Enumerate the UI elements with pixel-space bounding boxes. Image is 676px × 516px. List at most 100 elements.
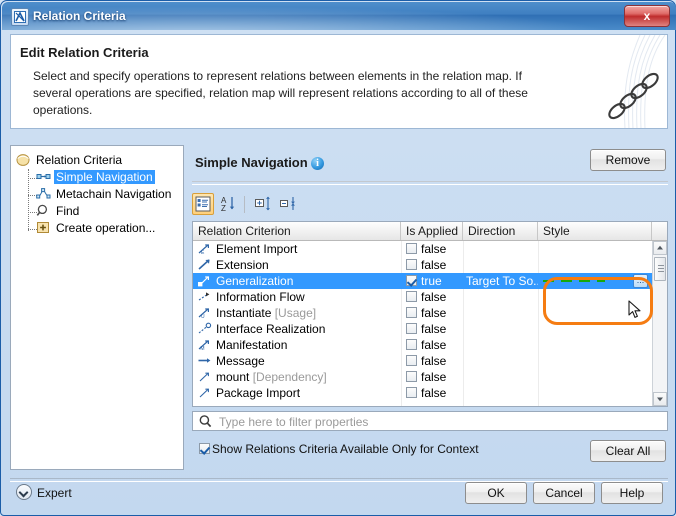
cell-relation-criterion: Extension — [193, 257, 401, 273]
cell-style[interactable] — [538, 337, 652, 353]
cell-direction[interactable] — [463, 305, 538, 321]
scroll-up-arrow-icon[interactable] — [653, 241, 667, 255]
expert-toggle[interactable]: Expert — [16, 484, 72, 502]
tree-item-find[interactable]: Find — [36, 203, 181, 220]
cell-is-applied[interactable]: false — [401, 353, 463, 369]
tree-node-root[interactable]: Relation Criteria — [16, 152, 181, 169]
column-header-is-applied[interactable]: Is Applied — [401, 222, 463, 240]
criteria-table[interactable]: Relation Criterion Is Applied Direction … — [192, 221, 668, 407]
column-header-style[interactable]: Style — [538, 222, 652, 240]
table-row[interactable]: U Instantiate [Usage] false — [193, 305, 667, 321]
table-row[interactable]: Package Import false — [193, 385, 667, 401]
ok-button[interactable]: OK — [465, 482, 527, 504]
metachain-navigation-icon — [36, 187, 51, 200]
is-applied-checkbox[interactable] — [406, 259, 417, 270]
table-header: Relation Criterion Is Applied Direction … — [193, 222, 667, 241]
table-row[interactable]: Message false — [193, 353, 667, 369]
manifestation-icon: M — [197, 338, 213, 352]
cell-is-applied[interactable]: false — [401, 321, 463, 337]
is-applied-checkbox[interactable] — [406, 371, 417, 382]
package-import-icon — [197, 386, 213, 399]
table-row[interactable]: E Element Import false — [193, 241, 667, 257]
cancel-button[interactable]: Cancel — [533, 482, 595, 504]
cell-is-applied[interactable]: false — [401, 305, 463, 321]
content-area: Relation Criteria Simple Navigation Meta… — [10, 137, 668, 475]
show-context-only-checkbox[interactable] — [199, 443, 210, 454]
clear-all-button[interactable]: Clear All — [590, 440, 666, 462]
table-row[interactable]: M Manifestation false — [193, 337, 667, 353]
table-row-selected[interactable]: Generalization true Target To So... ... — [193, 273, 667, 289]
scrollbar-thumb[interactable] — [654, 257, 666, 281]
filter-input[interactable]: Type here to filter properties — [192, 411, 668, 431]
cell-relation-criterion: M Manifestation — [193, 337, 401, 353]
cell-relation-criterion: U Instantiate [Usage] — [193, 305, 401, 321]
criteria-tree-panel[interactable]: Relation Criteria Simple Navigation Meta… — [10, 145, 184, 470]
instantiate-icon: U — [197, 306, 213, 320]
cell-style[interactable] — [538, 385, 652, 401]
is-applied-checkbox[interactable] — [406, 243, 417, 254]
show-context-only-label: Show Relations Criteria Available Only f… — [212, 442, 479, 456]
is-applied-checkbox[interactable] — [406, 307, 417, 318]
mount-icon — [197, 370, 213, 383]
cell-direction[interactable]: Target To So... — [463, 273, 538, 289]
banner-description: Select and specify operations to represe… — [33, 69, 528, 117]
cell-label: Instantiate — [216, 306, 272, 320]
categorized-view-icon[interactable] — [192, 193, 214, 215]
cell-style[interactable] — [538, 305, 652, 321]
cell-style[interactable] — [538, 321, 652, 337]
is-applied-text: true — [421, 274, 442, 288]
is-applied-checkbox[interactable] — [406, 387, 417, 398]
close-button[interactable]: x — [624, 5, 670, 27]
cell-is-applied[interactable]: false — [401, 337, 463, 353]
column-header-direction[interactable]: Direction — [463, 222, 538, 240]
cell-style[interactable] — [538, 369, 652, 385]
style-editor-button[interactable]: ... — [633, 274, 648, 288]
collapse-all-icon[interactable] — [277, 193, 299, 215]
cell-direction[interactable] — [463, 369, 538, 385]
cell-direction[interactable] — [463, 289, 538, 305]
tree-item-simple-navigation[interactable]: Simple Navigation — [36, 169, 181, 186]
cell-style[interactable] — [538, 289, 652, 305]
cell-direction[interactable] — [463, 321, 538, 337]
info-icon[interactable]: i — [311, 157, 324, 170]
column-header-spacer — [652, 222, 667, 240]
tree-item-label: Create operation... — [56, 221, 156, 235]
cell-relation-criterion: Interface Realization — [193, 321, 401, 337]
svg-text:U: U — [201, 314, 205, 319]
tree-item-metachain-navigation[interactable]: Metachain Navigation — [36, 186, 181, 203]
tree-item-create-operation[interactable]: Create operation... — [36, 220, 181, 237]
cell-direction[interactable] — [463, 337, 538, 353]
is-applied-checkbox[interactable] — [406, 323, 417, 334]
cell-direction[interactable] — [463, 385, 538, 401]
cell-is-applied[interactable]: false — [401, 257, 463, 273]
remove-button[interactable]: Remove — [590, 149, 666, 171]
is-applied-text: false — [421, 338, 447, 352]
cell-direction[interactable] — [463, 241, 538, 257]
is-applied-checkbox[interactable] — [406, 339, 417, 350]
cell-is-applied[interactable]: true — [401, 273, 463, 289]
expand-all-icon[interactable] — [252, 193, 274, 215]
table-row[interactable]: Extension false — [193, 257, 667, 273]
table-vertical-scrollbar[interactable] — [652, 241, 667, 406]
cell-is-applied[interactable]: false — [401, 289, 463, 305]
is-applied-checkbox[interactable] — [406, 275, 417, 286]
is-applied-checkbox[interactable] — [406, 291, 417, 302]
cell-style[interactable]: ... — [538, 273, 652, 289]
table-row[interactable]: mount [Dependency] false — [193, 369, 667, 385]
cell-style[interactable] — [538, 353, 652, 369]
help-button[interactable]: Help — [601, 482, 663, 504]
cell-style[interactable] — [538, 241, 652, 257]
cell-direction[interactable] — [463, 353, 538, 369]
table-row[interactable]: Interface Realization false — [193, 321, 667, 337]
is-applied-checkbox[interactable] — [406, 355, 417, 366]
cell-direction[interactable] — [463, 257, 538, 273]
alphabetic-sort-icon[interactable]: A Z — [217, 193, 239, 215]
column-header-relation-criterion[interactable]: Relation Criterion — [193, 222, 401, 240]
table-row[interactable]: Information Flow false — [193, 289, 667, 305]
scroll-down-arrow-icon[interactable] — [653, 392, 667, 406]
cell-is-applied[interactable]: false — [401, 369, 463, 385]
cell-is-applied[interactable]: false — [401, 241, 463, 257]
cell-is-applied[interactable]: false — [401, 385, 463, 401]
cell-style[interactable] — [538, 257, 652, 273]
svg-text:Z: Z — [221, 204, 226, 213]
